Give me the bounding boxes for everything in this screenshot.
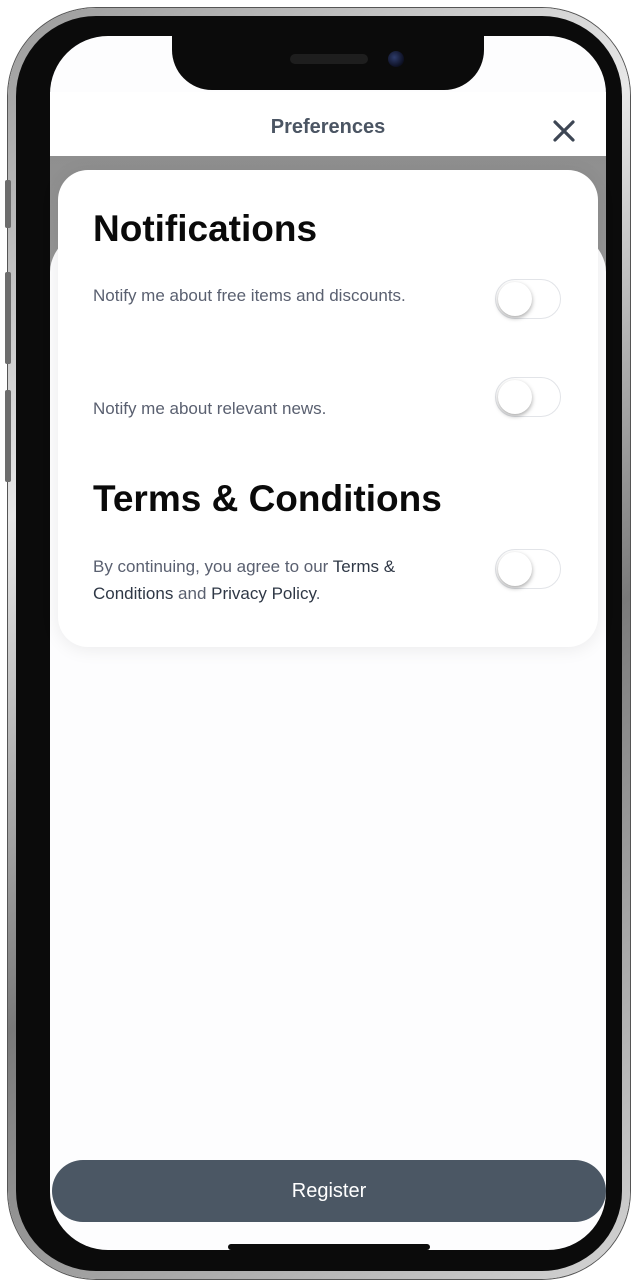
terms-text-suffix: . (315, 584, 321, 603)
terms-toggle[interactable] (495, 549, 561, 589)
front-camera (388, 51, 404, 67)
page-title: Preferences (270, 116, 386, 138)
mute-switch (5, 180, 11, 228)
speaker-grille (290, 54, 368, 64)
privacy-policy-link[interactable]: Privacy Policy (211, 584, 316, 603)
free-items-toggle[interactable] (495, 279, 561, 319)
relevant-news-toggle[interactable] (495, 377, 561, 417)
terms-heading: Terms & Conditions (93, 478, 442, 519)
volume-down-button (5, 390, 11, 482)
close-icon[interactable] (552, 119, 576, 143)
relevant-news-label: Notify me about relevant news. (93, 399, 327, 418)
toggle-knob (498, 282, 532, 316)
toggle-knob (498, 380, 532, 414)
volume-up-button (5, 272, 11, 364)
home-indicator (228, 1244, 430, 1250)
terms-text-prefix: By continuing, you agree to our (93, 557, 333, 576)
terms-text: By continuing, you agree to our Terms & … (93, 553, 433, 607)
notifications-heading: Notifications (93, 208, 318, 249)
free-items-label: Notify me about free items and discounts… (93, 286, 406, 305)
terms-text-middle: and (173, 584, 212, 603)
nav-bar: Preferences (50, 92, 606, 156)
toggle-knob (498, 552, 532, 586)
register-button[interactable]: Register (52, 1160, 606, 1222)
preferences-card: Notifications Notify me about free items… (58, 170, 598, 647)
